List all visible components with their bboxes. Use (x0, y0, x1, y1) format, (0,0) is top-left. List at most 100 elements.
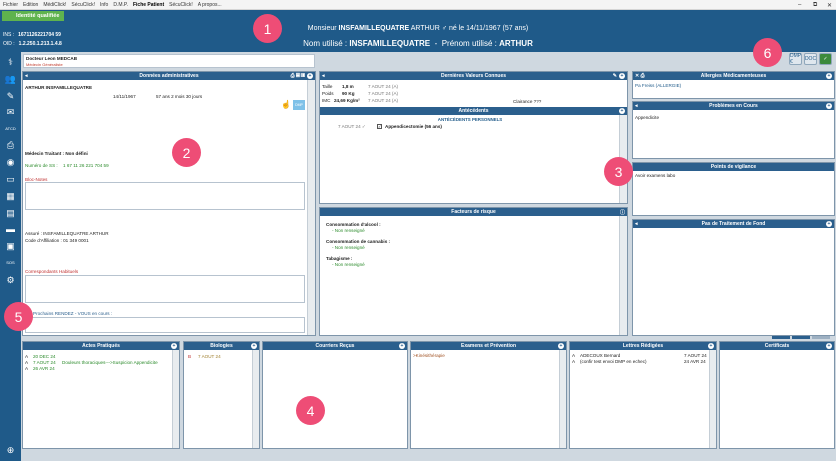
restore-button[interactable]: ⧉ (813, 0, 817, 10)
doctor-box: Docteur Leon MEDCAB Médecin Généraliste (23, 54, 315, 68)
allergies-actions[interactable]: ✕ ⎙ (635, 72, 645, 80)
vigilance-item: Avoir examens labo (635, 173, 676, 178)
card-icon[interactable]: ▬ (3, 222, 18, 236)
admin-patient-name: ARTHUR INSFAMILLEQUATRE (25, 85, 93, 90)
add-lettre-button[interactable]: + (708, 343, 714, 349)
add-traitement-button[interactable]: + (826, 221, 832, 227)
rdv-area[interactable] (25, 317, 305, 333)
biologies-scrollbar[interactable] (252, 350, 259, 448)
lettres-scrollbar[interactable] (709, 350, 716, 448)
lettres-title: Lettres Rédigées + (570, 342, 716, 350)
add-examen-button[interactable]: + (558, 343, 564, 349)
risk-value: - Non renseigné (332, 245, 365, 250)
validate-button[interactable]: ✓ (819, 53, 832, 65)
certificats-title: Certificats + (720, 342, 834, 350)
patients-icon[interactable]: 👥 (3, 72, 18, 86)
vital-date: 7 AOUT 24 (A) (368, 91, 399, 96)
document-icon[interactable]: ▤ (3, 206, 18, 220)
antecedent-checkbox[interactable]: ✓ (377, 124, 382, 129)
vitals-panel: ◂ Dernières Valeurs Connues ✎ + Taille 1… (319, 71, 628, 204)
menu-bar: Fichier Edition MédiClick! SécuClick! In… (0, 0, 836, 10)
risk-panel-title: Facteurs de risque ⓘ (320, 208, 627, 216)
actes-scrollbar[interactable] (172, 350, 179, 448)
bloc-notes-area[interactable] (25, 182, 305, 210)
add-problem-button[interactable]: + (826, 103, 832, 109)
antecedents-title: Antécédents + (320, 107, 627, 115)
menu-secuclick[interactable]: SécuClick! (71, 2, 95, 8)
acte-date[interactable]: 7 AOUT 24 (33, 360, 56, 365)
annotation-marker-5: 5 (4, 302, 33, 331)
stethoscope-icon[interactable]: ⚕ (3, 55, 18, 69)
acte-date[interactable]: 20 DEC 24 (33, 354, 55, 359)
menu-fichier[interactable]: Fichier (3, 2, 18, 8)
add-certificat-button[interactable]: + (826, 343, 832, 349)
lettre-text[interactable]: (confir test envoi DMP en echec) (580, 359, 647, 364)
fingerprint-icon: ☝ (281, 100, 291, 109)
annotation-marker-2: 2 (172, 138, 201, 167)
collapse-icon[interactable]: ◂ (635, 102, 638, 110)
mail-icon[interactable]: ✉ (3, 105, 18, 119)
admin-actions[interactable]: ⎙ ▤ ▥ + (291, 72, 313, 80)
actes-title: Actes Pratiqués + (23, 342, 179, 350)
menu-info[interactable]: Info (100, 2, 108, 8)
menu-fiche-patient[interactable]: Fiche Patient (133, 2, 164, 8)
risk-panel: Facteurs de risque ⓘ Consommation d'alco… (319, 207, 628, 336)
collapse-icon[interactable]: ◂ (25, 72, 28, 80)
printer-icon[interactable]: ⎙ (3, 138, 18, 152)
settings-icon[interactable]: ⚙ (3, 273, 18, 287)
examens-scrollbar[interactable] (559, 350, 566, 448)
collapse-icon[interactable]: ◂ (322, 72, 325, 80)
minimize-button[interactable]: – (798, 0, 801, 10)
risk-info-icon[interactable]: ⓘ (620, 208, 625, 216)
risk-scrollbar[interactable] (619, 216, 627, 335)
vital-date: 7 AOUT 24 (A) (368, 84, 399, 89)
add-plus-icon[interactable]: ⊕ (3, 443, 18, 457)
rdv-label: Prochains RENDEZ - VOUS en cours : (33, 311, 113, 316)
folder-icon[interactable]: ▣ (3, 239, 18, 253)
used-name: INSFAMILLEQUATRE (349, 39, 431, 48)
admin-scrollbar[interactable] (307, 80, 315, 335)
dmp-badge[interactable]: DMP (293, 100, 305, 110)
problem-item: Appendicite (635, 115, 660, 120)
calendar-icon[interactable]: ▦ (3, 189, 18, 203)
sos-icon[interactable]: SOS (3, 255, 18, 269)
vital-value: 90 Kg (342, 91, 355, 96)
problems-title: ◂ Problèmes en Cours + (633, 102, 834, 110)
close-button[interactable]: ✕ (827, 0, 832, 10)
doc-button[interactable]: DOC (804, 53, 817, 65)
medecin-traitant: Médecin Traitant : Non défini (25, 151, 88, 156)
monitor-icon[interactable]: ▭ (3, 172, 18, 186)
vitals-actions[interactable]: ✎ + (613, 72, 625, 80)
vital-value: 1,8 m (342, 84, 354, 89)
biologie-date[interactable]: 7 AOUT 24 (198, 354, 221, 359)
acte-type: A (25, 366, 29, 371)
prescription-icon[interactable]: ✎ (3, 89, 18, 103)
menu-mediclick[interactable]: MédiClick! (43, 2, 66, 8)
add-antecedent-button[interactable]: + (619, 108, 625, 114)
examens-panel: Examens et Prévention + >Kinésithérapie (410, 341, 567, 449)
menu-a-propos[interactable]: A propos... (198, 2, 222, 8)
ins-label: INS : (3, 32, 15, 38)
clearance: Clairance ??? (513, 99, 542, 104)
lettre-text[interactable]: ADECOUX Bernard (580, 353, 620, 358)
add-biologie-button[interactable]: + (251, 343, 257, 349)
examens-title: Examens et Prévention + (411, 342, 566, 350)
collapse-icon[interactable]: ◂ (635, 220, 638, 228)
civility: Monsieur (307, 25, 337, 32)
dmp-euro-button[interactable]: DMP € (789, 53, 802, 65)
add-acte-button[interactable]: + (171, 343, 177, 349)
atcd-icon[interactable]: ATCD (3, 121, 18, 135)
add-allergy-button[interactable]: + (826, 73, 832, 79)
acte-text[interactable]: Douleurs thoraciques--->Suspicion Append… (62, 360, 158, 365)
menu-dmp[interactable]: D.M.P. (113, 2, 128, 8)
correspondants-area[interactable] (25, 275, 305, 303)
pill-icon[interactable]: ◉ (3, 155, 18, 169)
admin-panel: ◂ Données administratives ⎙ ▤ ▥ + ARTHUR… (22, 71, 316, 336)
menu-edition[interactable]: Edition (23, 2, 38, 8)
menu-secuclick-2[interactable]: SécuClick! (169, 2, 193, 8)
add-courrier-button[interactable]: + (399, 343, 405, 349)
examen-item[interactable]: >Kinésithérapie (413, 353, 445, 358)
actes-panel: Actes Pratiqués + A 20 DEC 24 A 7 AOUT 24… (22, 341, 180, 449)
admin-birthdate: 14/11/1967 (113, 94, 136, 99)
acte-date[interactable]: 26 AVR 24 (33, 366, 55, 371)
